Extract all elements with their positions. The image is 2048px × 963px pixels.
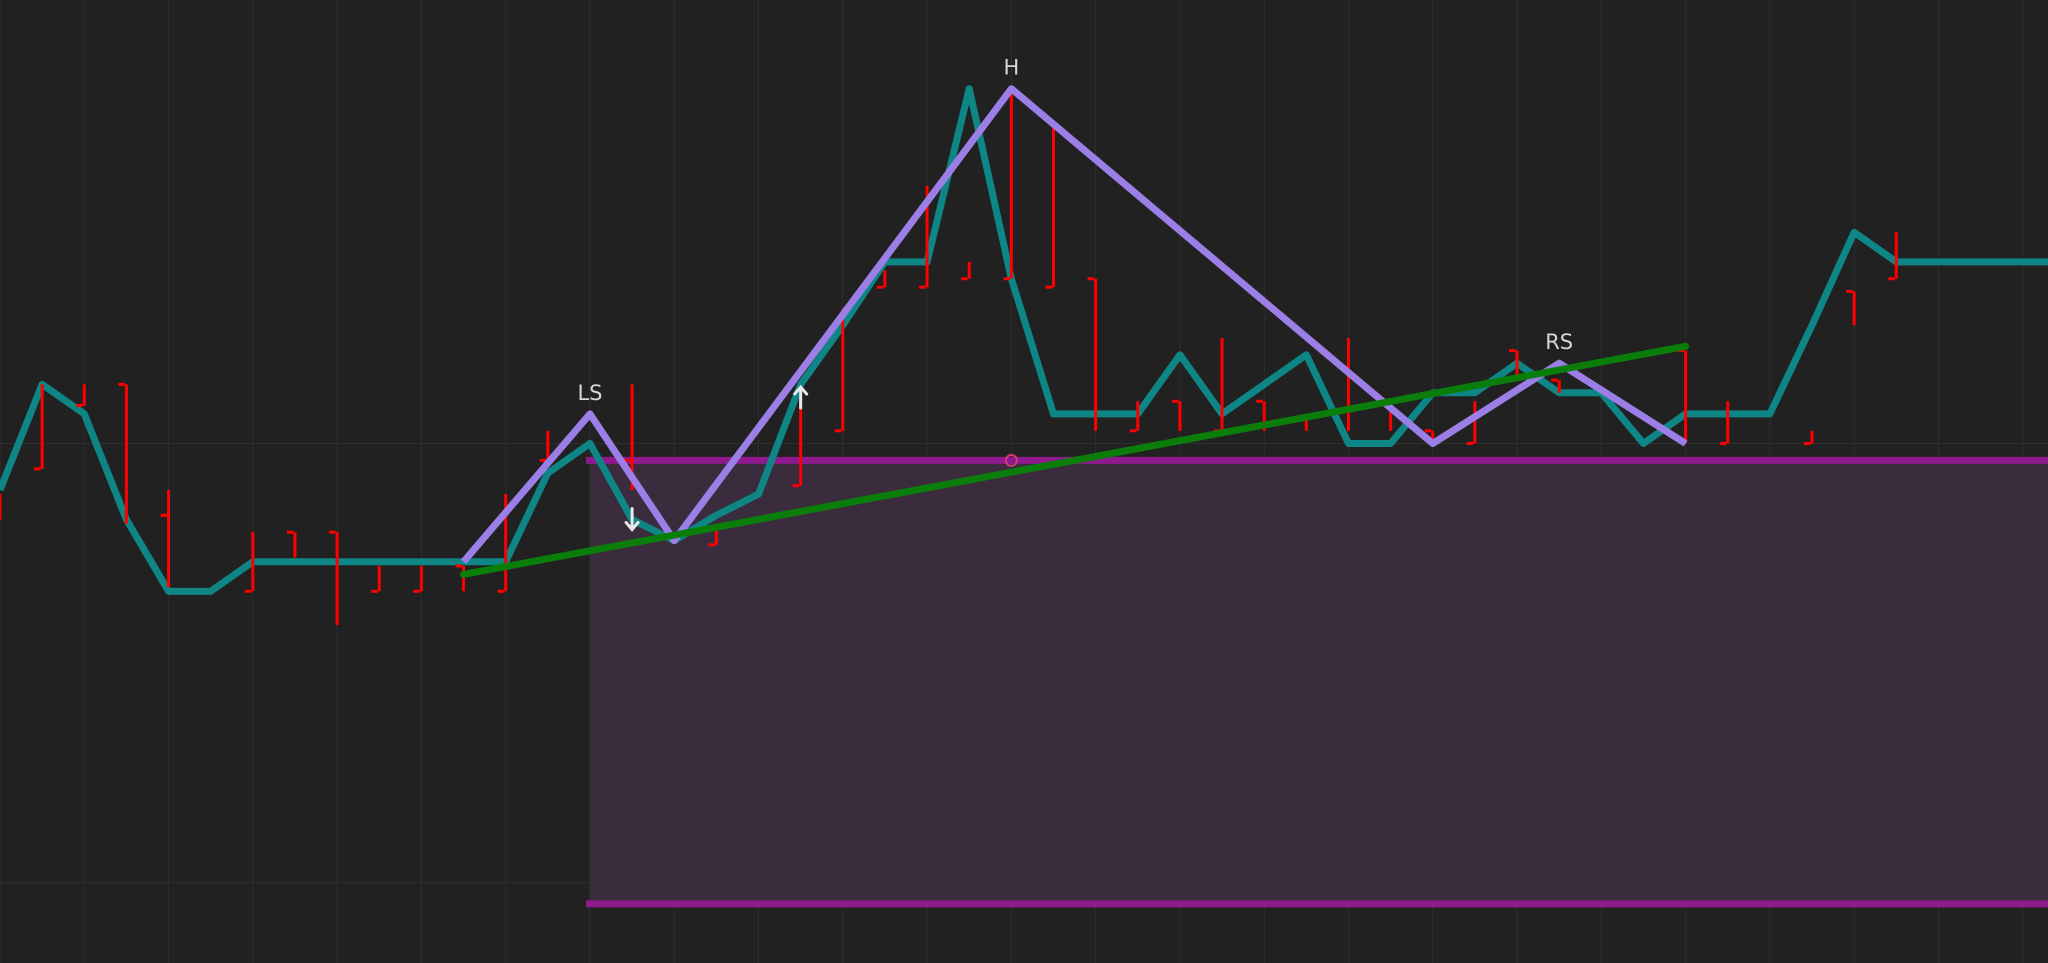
target-zone [585,456,2048,908]
pattern-label-rs: RS [1545,330,1573,354]
pattern-label-h: H [1003,56,1019,80]
head-and-shoulders-chart: LS H RS [0,0,2048,963]
pattern-labels: LS H RS [577,56,1573,405]
target-zone-area [589,460,2048,904]
pattern-label-ls: LS [577,381,602,405]
